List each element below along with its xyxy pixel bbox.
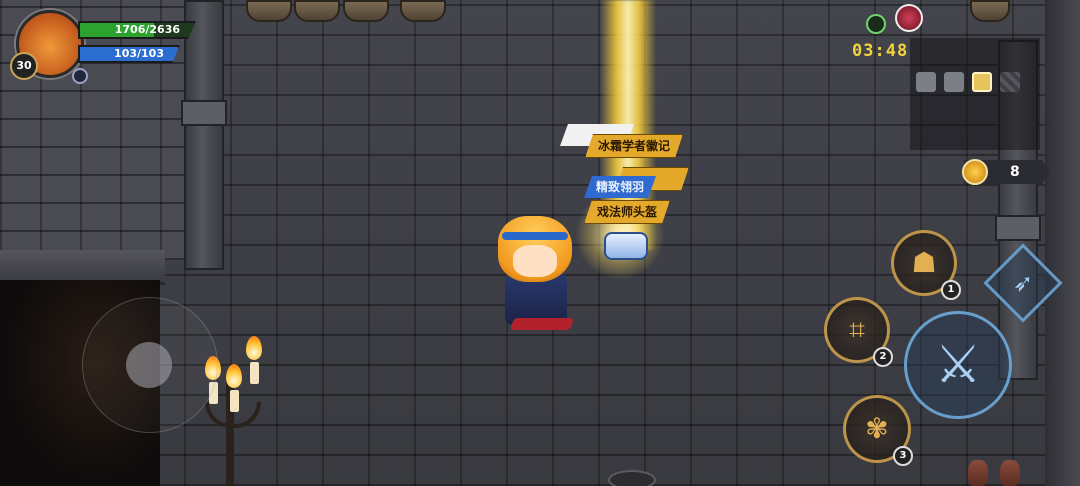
player-level-badge: 30: [10, 52, 38, 80]
sword-icon: ⚔: [934, 335, 982, 395]
clay-vase: [1000, 460, 1020, 486]
barrel: [246, 0, 292, 22]
skill-2-number: 2: [873, 347, 893, 367]
barrel: [400, 0, 446, 22]
skill-1-number: 1: [941, 280, 961, 300]
clay-vase: [968, 460, 988, 486]
stopwatch-icon: [866, 14, 886, 34]
skill-3-number: 3: [893, 446, 913, 466]
floor-grate: [608, 470, 656, 486]
flame: [246, 336, 262, 360]
buff-swirl-icon[interactable]: [72, 68, 88, 84]
flame: [226, 364, 242, 388]
minimap-room: [916, 72, 936, 92]
coin-count: 8: [1010, 164, 1020, 180]
minimap[interactable]: [910, 38, 1040, 150]
barrel: [970, 0, 1010, 22]
attack-button[interactable]: ⚔: [904, 311, 1012, 419]
crown-coin-icon: [962, 159, 988, 185]
pillar-cap: [181, 100, 227, 126]
boss-icon: [895, 4, 923, 32]
loot-label-trickster-helmet[interactable]: 戏法师头盔: [584, 200, 670, 224]
stone-wall-right: [1045, 0, 1080, 486]
pillar-cap-right: [995, 215, 1041, 241]
loot-label-fine-feather[interactable]: 精致翎羽: [584, 176, 656, 198]
hp-bar: 1706/2636: [78, 21, 196, 39]
stone-pillar-left: [184, 0, 224, 270]
loot-label-frost-emblem[interactable]: 冰霜学者徽记: [585, 134, 683, 158]
minimap-current-room: [972, 72, 992, 92]
minimap-locked-room: [1000, 72, 1020, 92]
dash-icon: ➶: [1012, 269, 1034, 297]
candle: [250, 362, 259, 384]
minimap-room: [944, 72, 964, 92]
dropped-helmet-item[interactable]: [604, 232, 648, 260]
barrel: [343, 0, 389, 22]
stage-timer: 03:48: [852, 41, 909, 61]
hero-face: [513, 245, 557, 277]
mp-bar: 103/103: [78, 45, 180, 63]
hero-legs: [509, 318, 575, 330]
hero-headband: [502, 232, 568, 240]
candle: [230, 390, 239, 412]
barrel: [294, 0, 340, 22]
joystick-knob[interactable]: [126, 342, 172, 388]
game-viewport: 冰霜学者徽记 精致翎羽 戏法师头盔 30 1706/2636 103/103 0…: [0, 0, 1080, 486]
